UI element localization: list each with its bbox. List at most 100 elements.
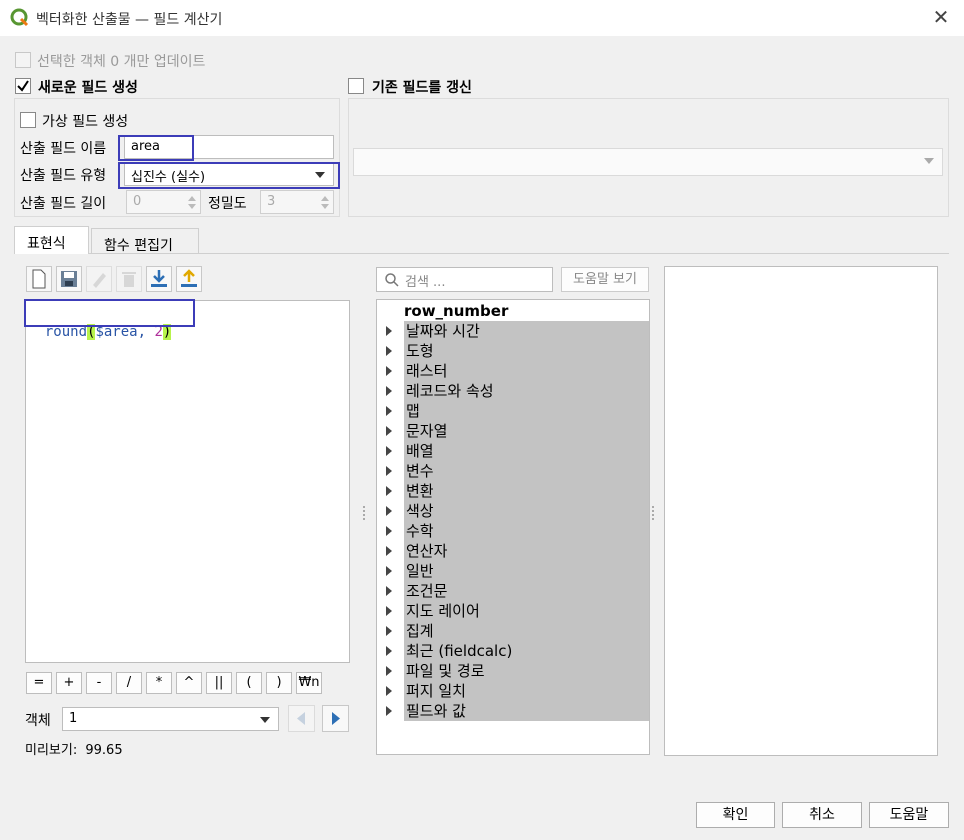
qgis-logo-icon [10,8,29,27]
tree-group-item[interactable]: 날짜와 시간 [404,321,649,341]
help-panel [664,266,938,756]
tree-group-item[interactable]: 레코드와 속성 [404,381,649,401]
feature-combo[interactable]: 1 [62,707,279,731]
update-selected-checkbox[interactable] [15,52,31,68]
new-file-icon[interactable] [26,266,52,292]
op-divide-button[interactable]: / [116,672,142,694]
expand-arrow-icon[interactable] [386,666,392,676]
precision-spinbox[interactable]: 3 [260,190,334,214]
title-bar: 벡터화한 산출물 — 필드 계산기 ✕ [0,0,964,36]
op-plus-button[interactable]: + [56,672,82,694]
expand-arrow-icon[interactable] [386,606,392,616]
delete-icon [116,266,142,292]
tree-group-item[interactable]: 수학 [404,521,649,541]
expand-arrow-icon[interactable] [386,526,392,536]
update-field-checkbox[interactable] [348,78,364,94]
expand-arrow-icon[interactable] [386,626,392,636]
expand-arrow-icon[interactable] [386,386,392,396]
spin-up-icon [321,196,329,201]
expression-highlight [24,299,195,327]
create-field-checkbox[interactable] [15,78,31,94]
op-newline-button[interactable]: ₩n [296,672,322,694]
op-open-paren-button[interactable]: ( [236,672,262,694]
close-icon[interactable]: ✕ [930,6,952,28]
function-search-input[interactable]: 검색 ... [376,267,553,292]
expand-arrow-icon[interactable] [386,506,392,516]
field-length-spinbox[interactable]: 0 [126,190,201,214]
expand-arrow-icon[interactable] [386,326,392,336]
expand-arrow-icon[interactable] [386,366,392,376]
expand-arrow-icon[interactable] [386,546,392,556]
expand-arrow-icon[interactable] [386,346,392,356]
virtual-field-checkbox[interactable] [20,112,36,128]
field-type-label: 산출 필드 유형 [20,168,107,184]
expand-arrow-icon[interactable] [386,686,392,696]
expand-arrow-icon[interactable] [386,426,392,436]
tab-function-editor[interactable]: 함수 편집기 [91,228,199,254]
existing-field-combo[interactable] [353,148,943,176]
spin-up-icon [188,196,196,201]
tree-group-item[interactable]: 도형 [404,341,649,361]
precision-value: 3 [267,194,276,209]
search-icon [385,273,399,287]
preview-label: 미리보기: 99.65 [25,739,123,758]
export-icon[interactable] [176,266,202,292]
splitter-handle-left[interactable] [363,506,365,520]
op-concat-button[interactable]: || [206,672,232,694]
cancel-button[interactable]: 취소 [782,802,862,828]
window-title: 벡터화한 산출물 — 필드 계산기 [36,12,223,28]
import-icon[interactable] [146,266,172,292]
spin-down-icon [321,204,329,209]
spin-down-icon [188,204,196,209]
tree-group-item[interactable]: 일반 [404,561,649,581]
expand-arrow-icon[interactable] [386,466,392,476]
tree-group-item[interactable]: 변환 [404,481,649,501]
tree-item-row-number[interactable]: row_number [404,301,508,321]
expand-arrow-icon[interactable] [386,706,392,716]
help-button[interactable]: 도움말 [869,802,949,828]
expand-arrow-icon[interactable] [386,486,392,496]
tree-group-item[interactable]: 파일 및 경로 [404,661,649,681]
tree-group-item[interactable]: 래스터 [404,361,649,381]
show-help-button: 도움말 보기 [561,267,649,292]
tree-group-item[interactable]: 집계 [404,621,649,641]
field-length-value: 0 [133,194,142,209]
chevron-down-icon [260,717,270,723]
tree-group-item[interactable]: 최근 (fieldcalc) [404,641,649,661]
expand-arrow-icon[interactable] [386,646,392,656]
save-icon[interactable] [56,266,82,292]
op-equals-button[interactable]: = [26,672,52,694]
next-feature-icon[interactable] [322,705,349,732]
splitter-handle-right[interactable] [652,506,654,520]
expand-arrow-icon[interactable] [386,446,392,456]
tree-group-item[interactable]: 연산자 [404,541,649,561]
tree-group-item[interactable]: 필드와 값 [404,701,649,721]
field-name-label: 산출 필드 이름 [20,141,107,157]
update-selected-label: 선택한 객체 0 개만 업데이트 [37,54,206,70]
ok-button[interactable]: 확인 [696,802,775,828]
chevron-down-icon [924,158,934,164]
field-length-label: 산출 필드 길이 [20,196,107,212]
op-close-paren-button[interactable]: ) [266,672,292,694]
tab-expression[interactable]: 표현식 [14,226,89,254]
expand-arrow-icon[interactable] [386,406,392,416]
prev-feature-icon [288,705,315,732]
op-minus-button[interactable]: - [86,672,112,694]
feature-label: 객체 [25,713,51,729]
expand-arrow-icon[interactable] [386,586,392,596]
tree-group-item[interactable]: 조건문 [404,581,649,601]
update-field-label: 기존 필드를 갱신 [372,80,472,96]
create-field-label: 새로운 필드 생성 [38,80,138,96]
tree-group-item[interactable]: 변수 [404,461,649,481]
tree-group-item[interactable]: 문자열 [404,421,649,441]
expand-arrow-icon[interactable] [386,566,392,576]
op-multiply-button[interactable]: * [146,672,172,694]
tree-group-item[interactable]: 색상 [404,501,649,521]
tree-group-item[interactable]: 배열 [404,441,649,461]
field-name-highlight [118,135,194,161]
tree-group-item[interactable]: 퍼지 일치 [404,681,649,701]
expression-editor[interactable] [25,300,350,663]
tree-group-item[interactable]: 맵 [404,401,649,421]
op-power-button[interactable]: ^ [176,672,202,694]
tree-group-item[interactable]: 지도 레이어 [404,601,649,621]
